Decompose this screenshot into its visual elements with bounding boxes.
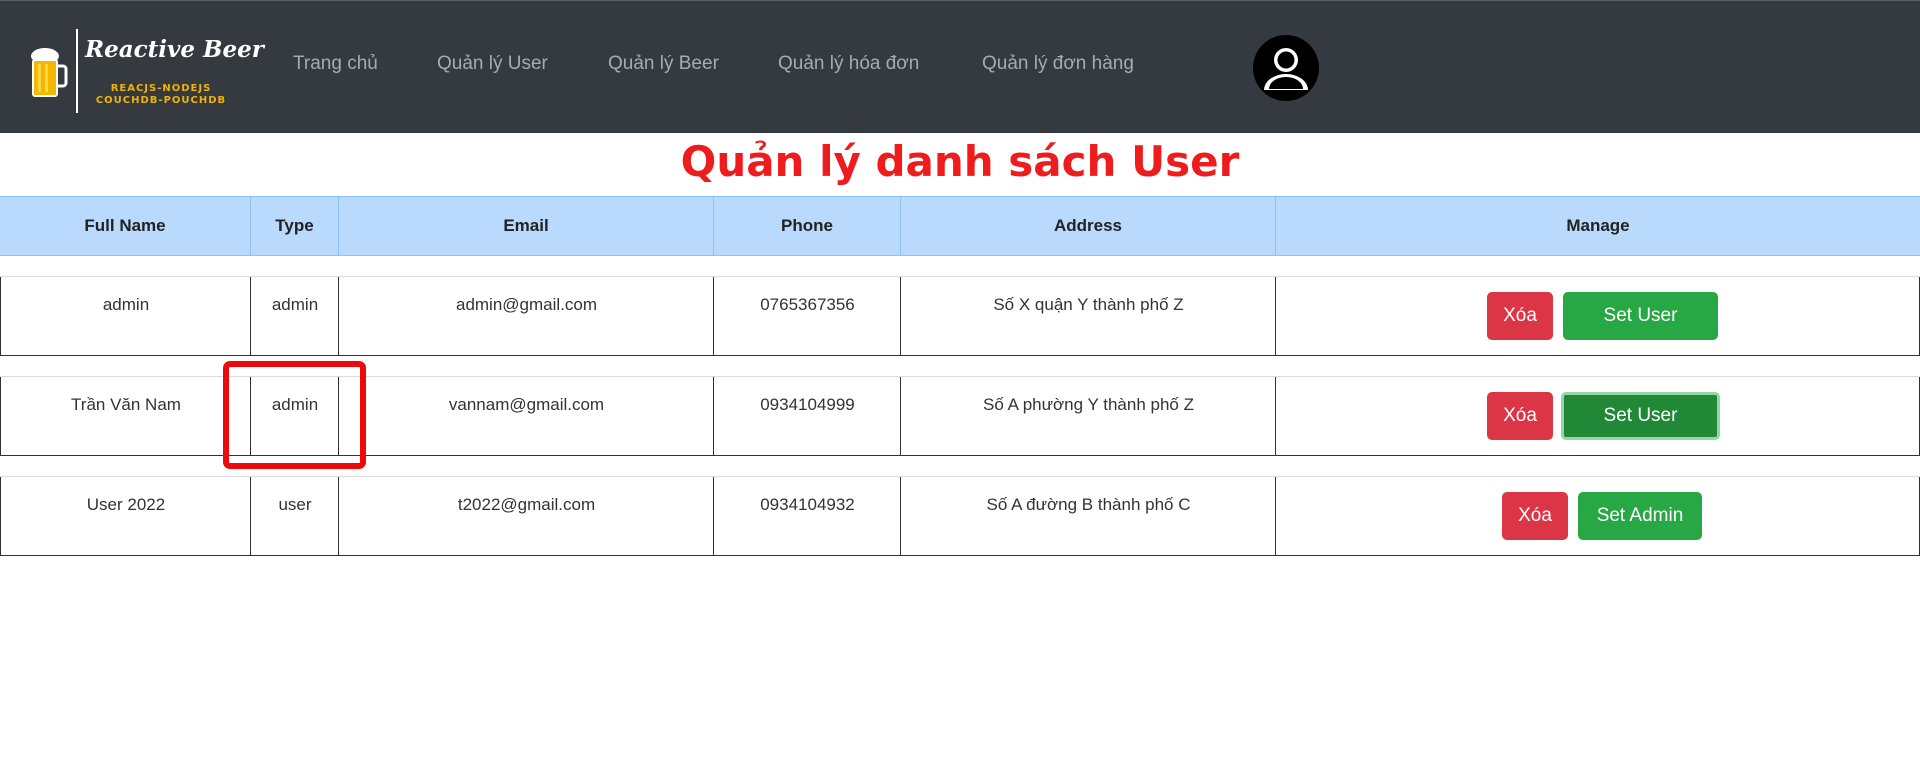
table-row: User 2022 user t2022@gmail.com 093410493… [0, 476, 1920, 556]
cell-email: t2022@gmail.com [338, 477, 714, 556]
cell-email: admin@gmail.com [338, 277, 714, 356]
column-header-manage: Manage [1566, 216, 1630, 235]
cell-type: admin [250, 377, 339, 456]
cell-manage: Xóa Set User [1275, 377, 1920, 456]
nav-link-home[interactable]: Trang chủ [293, 53, 378, 75]
cell-phone: 0934104932 [713, 477, 901, 556]
brand-subtitle: REACJS-NODEJS COUCHDB-POUCHDB [85, 83, 237, 107]
nav-link-beer-management[interactable]: Quản lý Beer [608, 53, 719, 75]
cell-address: Số X quận Y thành phố Z [900, 277, 1276, 356]
cell-manage: Xóa Set Admin [1275, 477, 1920, 556]
column-header-phone: Phone [714, 197, 901, 255]
cell-full-name: User 2022 [0, 477, 251, 556]
table-row: Trần Văn Nam admin vannam@gmail.com 0934… [0, 376, 1920, 456]
nav-link-order-management[interactable]: Quản lý đơn hàng [982, 53, 1134, 75]
column-header-email: Email [339, 197, 714, 255]
user-avatar-icon[interactable] [1252, 34, 1320, 102]
cell-address: Số A đường B thành phố C [900, 477, 1276, 556]
cell-type: user [250, 477, 339, 556]
table-row: admin admin admin@gmail.com 0765367356 S… [0, 276, 1920, 356]
brand-subtitle-line2: COUCHDB-POUCHDB [95, 95, 227, 106]
navbar: Reactive Beer REACJS-NODEJS COUCHDB-POUC… [0, 0, 1920, 133]
cell-full-name: admin [0, 277, 251, 356]
page-title: Quản lý danh sách User [680, 137, 1240, 186]
set-user-button[interactable]: Set User [1563, 292, 1718, 340]
cell-phone: 0765367356 [713, 277, 901, 356]
cell-manage: Xóa Set User [1275, 277, 1920, 356]
set-user-button[interactable]: Set User [1561, 392, 1720, 440]
cell-type: admin [250, 277, 339, 356]
brand-subtitle-line1: REACJS-NODEJS [110, 83, 212, 94]
brand-logo[interactable]: Reactive Beer REACJS-NODEJS COUCHDB-POUC… [28, 29, 264, 115]
nav-link-user-management[interactable]: Quản lý User [437, 53, 548, 75]
cell-email: vannam@gmail.com [338, 377, 714, 456]
nav-link-invoice-management[interactable]: Quản lý hóa đơn [778, 53, 919, 75]
beer-mug-icon [31, 48, 68, 97]
delete-button[interactable]: Xóa [1487, 392, 1553, 440]
delete-button[interactable]: Xóa [1487, 292, 1553, 340]
delete-button[interactable]: Xóa [1502, 492, 1568, 540]
column-header-full-name: Full Name [0, 197, 251, 255]
brand-title: Reactive Beer [85, 36, 264, 63]
column-header-address: Address [901, 197, 1276, 255]
cell-full-name: Trần Văn Nam [0, 377, 251, 456]
brand-divider [76, 29, 78, 113]
column-header-type: Type [251, 197, 339, 255]
cell-address: Số A phường Y thành phố Z [900, 377, 1276, 456]
set-admin-button[interactable]: Set Admin [1578, 492, 1702, 540]
cell-phone: 0934104999 [713, 377, 901, 456]
table-header: Full Name Type Email Phone Address Manag… [0, 196, 1920, 256]
